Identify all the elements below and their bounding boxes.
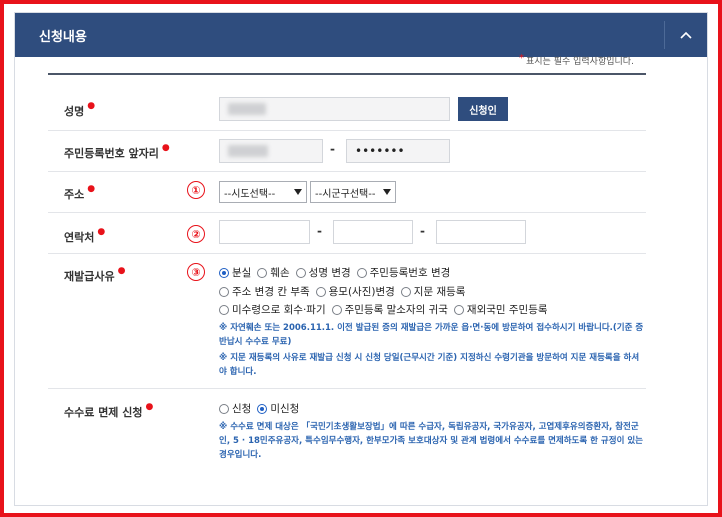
required-dot-icon: ● [87, 101, 96, 111]
required-star-icon: * [519, 53, 524, 64]
contact-separator-1: - [317, 224, 322, 238]
reason-radio-name-change[interactable]: 성명 변경 [295, 265, 351, 280]
name-input[interactable] [219, 97, 450, 121]
panel-title: 신청내용 [39, 30, 87, 45]
table-top-border [48, 73, 646, 75]
radio-unchecked-icon [219, 304, 229, 315]
marker-1: ① [187, 181, 205, 199]
rrn-front-input[interactable] [219, 139, 323, 163]
radio-unchecked-icon [356, 267, 367, 278]
radio-unchecked-icon [257, 267, 268, 278]
reason-note-1: ※ 자연훼손 또는 2006.11.1. 이전 발급된 증의 재발급은 가까운 … [219, 323, 644, 347]
required-note: * 표시는 필수 입력사항입니다. [519, 53, 634, 67]
name-label: 성명 ● [64, 101, 96, 118]
reason-label: 재발급사유 ● [64, 266, 126, 283]
reason-radio-overseas[interactable]: 재외국민 주민등록 [453, 302, 548, 317]
radio-checked-icon [257, 403, 268, 414]
radio-unchecked-icon [453, 304, 464, 315]
reason-radio-rrn-change[interactable]: 주민등록번호 변경 [356, 265, 450, 280]
contact-part2-input[interactable] [333, 220, 413, 244]
required-dot-icon: ● [97, 227, 106, 237]
panel-header: 신청내용 [15, 13, 707, 57]
fee-label: 수수료 면제 신청 ● [64, 402, 154, 419]
collapse-toggle-button[interactable] [665, 13, 707, 57]
chevron-down-icon [294, 189, 302, 195]
reason-radio-return[interactable]: 주민등록 말소자의 귀국 [331, 302, 448, 317]
reason-radio-lost[interactable]: 분실 [219, 265, 251, 280]
rrn-separator: - [330, 142, 335, 156]
radio-unchecked-icon [331, 304, 342, 315]
row-divider [48, 130, 646, 131]
contact-part3-input[interactable] [436, 220, 526, 244]
contact-separator-2: - [420, 224, 425, 238]
reason-radio-address-space[interactable]: 주소 변경 칸 부족 [219, 284, 310, 299]
chevron-up-icon [680, 31, 692, 39]
radio-unchecked-icon [315, 286, 326, 297]
row-divider [48, 171, 646, 172]
radio-checked-icon [219, 267, 229, 278]
fee-radio-not-apply[interactable]: 미신청 [257, 401, 299, 416]
row-divider [48, 253, 646, 254]
reason-radio-damaged[interactable]: 훼손 [257, 265, 290, 280]
fee-note: ※ 수수료 면제 대상은 「국민기초생활보장법」에 따른 수급자, 독립유공자,… [219, 422, 643, 460]
chevron-down-icon [383, 189, 391, 195]
required-dot-icon: ● [117, 266, 126, 276]
radio-unchecked-icon [295, 267, 306, 278]
fee-radio-apply[interactable]: 신청 [219, 401, 251, 416]
required-dot-icon: ● [161, 143, 170, 153]
reason-radio-unreceived[interactable]: 미수령으로 회수·파기 [219, 302, 326, 317]
address-label: 주소 ● [64, 184, 96, 201]
reason-note-2: ※ 지문 재등록의 사유로 재발급 신청 시 신청 당일(근무시간 기준) 지정… [219, 353, 640, 377]
marker-3: ③ [187, 263, 205, 281]
applicant-button[interactable]: 신청인 [458, 97, 508, 121]
reason-options-row-2: 주소 변경 칸 부족 용모(사진)변경 지문 재등록 [219, 284, 471, 299]
reason-radio-fingerprint[interactable]: 지문 재등록 [400, 284, 465, 299]
marker-2: ② [187, 225, 205, 243]
sido-select[interactable]: --시도선택-- [219, 181, 307, 203]
rrn-label: 주민등록번호 앞자리 ● [64, 143, 170, 160]
radio-unchecked-icon [219, 403, 229, 414]
required-dot-icon: ● [87, 184, 96, 194]
reason-radio-photo-change[interactable]: 용모(사진)변경 [315, 284, 395, 299]
row-divider [48, 388, 646, 389]
radio-unchecked-icon [219, 286, 229, 297]
reason-options-row-3: 미수령으로 회수·파기 주민등록 말소자의 귀국 재외국민 주민등록 [219, 302, 554, 317]
rrn-back-input[interactable]: ••••••• [346, 139, 450, 163]
required-dot-icon: ● [145, 402, 154, 412]
fee-options: 신청 미신청 [219, 401, 305, 416]
row-divider [48, 212, 646, 213]
radio-unchecked-icon [400, 286, 411, 297]
contact-label: 연락처 ● [64, 227, 106, 244]
contact-part1-input[interactable] [219, 220, 310, 244]
sigungu-select[interactable]: --시군구선택-- [310, 181, 396, 203]
reason-options-row-1: 분실 훼손 성명 변경 주민등록번호 변경 [219, 265, 456, 280]
